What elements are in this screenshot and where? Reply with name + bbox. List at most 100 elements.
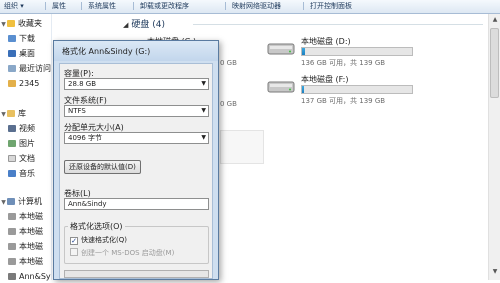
group-header-hard-disks[interactable]: ◢ 硬盘 (4) — [123, 17, 165, 30]
toolbar-open-control-panel[interactable]: 打开控制面板 — [303, 0, 352, 12]
nav-downloads-label: 下载 — [19, 34, 35, 43]
allocation-unit-value: 4096 字节 — [68, 134, 103, 142]
drive-f[interactable]: 本地磁盘 (F:) 137 GB 可用，共 139 GB — [267, 74, 417, 114]
downloads-folder-icon — [8, 35, 16, 42]
filesystem-value: NTFS — [68, 107, 86, 115]
group-divider — [193, 24, 483, 25]
nav-disk-2-label: 本地磁 — [19, 227, 43, 236]
filesystem-select[interactable]: NTFS ▼ — [64, 105, 209, 117]
quick-format-label: 快速格式化(Q) — [81, 236, 127, 244]
music-icon — [8, 170, 16, 177]
toolbar-map-network-drive[interactable]: 映射网络驱动器 — [225, 0, 281, 12]
nav-2345-label: 2345 — [19, 79, 40, 88]
quick-format-checkbox[interactable]: ✓ 快速格式化(Q) — [70, 235, 127, 245]
recent-places-icon — [8, 65, 16, 72]
format-progress-bar — [64, 270, 209, 278]
dialog-title: 格式化 Ann&Sindy (G:) — [62, 47, 151, 56]
usb-drive-icon — [8, 273, 16, 280]
nav-desktop[interactable]: 桌面 — [8, 48, 35, 60]
nav-desktop-label: 桌面 — [19, 49, 35, 58]
drive-f-name: 本地磁盘 (F:) — [301, 75, 349, 84]
drive-d-usage-bar — [301, 47, 413, 56]
chevron-down-icon[interactable]: ▼ — [0, 19, 7, 31]
allocation-unit-select[interactable]: 4096 字节 ▼ — [64, 132, 209, 144]
nav-libraries-label: 库 — [18, 109, 26, 118]
navigation-pane: ▼ 收藏夹 下载 桌面 最近访问 2345 ▼ 库 视频 图片 文档 音乐 ▼ 计算机… — [0, 14, 52, 283]
nav-recent-label: 最近访问 — [19, 64, 51, 73]
nav-music-label: 音乐 — [19, 169, 35, 178]
scroll-down-icon[interactable]: ▼ — [491, 268, 499, 275]
hard-drive-icon — [8, 228, 16, 235]
nav-videos-label: 视频 — [19, 124, 35, 133]
toolbar-uninstall-program[interactable]: 卸载或更改程序 — [133, 0, 189, 12]
nav-disk-3[interactable]: 本地磁 — [8, 241, 43, 253]
nav-pictures[interactable]: 图片 — [8, 138, 35, 150]
drive-d-free-space: 136 GB 可用，共 139 GB — [301, 59, 386, 67]
nav-pictures-label: 图片 — [19, 139, 35, 148]
nav-recent[interactable]: 最近访问 — [8, 63, 51, 75]
nav-videos[interactable]: 视频 — [8, 123, 35, 135]
nav-disk-4-label: 本地磁 — [19, 257, 43, 266]
drive-e-free-partial: 0 GB — [220, 100, 237, 108]
folder-icon — [8, 80, 16, 87]
nav-music[interactable]: 音乐 — [8, 168, 35, 180]
dropdown-arrow-icon[interactable]: ▼ — [201, 79, 206, 89]
star-icon — [7, 20, 15, 27]
nav-ann-sindy[interactable]: Ann&Sy — [8, 271, 51, 283]
pictures-icon — [8, 140, 16, 147]
library-icon — [7, 110, 15, 117]
msdos-startup-label: 创建一个 MS-DOS 启动盘(M) — [81, 249, 175, 257]
dropdown-arrow-icon[interactable]: ▼ — [201, 133, 206, 143]
hard-drive-icon — [8, 213, 16, 220]
chevron-down-icon[interactable]: ▼ — [0, 197, 7, 209]
nav-documents-label: 文档 — [19, 154, 35, 163]
format-options-legend: 格式化选项(O) — [68, 221, 125, 232]
vertical-scrollbar[interactable]: ▲ ▼ — [488, 14, 500, 280]
nav-favorites-label: 收藏夹 — [18, 19, 42, 28]
scrollbar-thumb[interactable] — [490, 28, 499, 98]
videos-icon — [8, 125, 16, 132]
restore-defaults-button[interactable]: 还原设备的默认值(D) — [64, 160, 141, 174]
collapse-triangle-icon[interactable]: ◢ — [123, 21, 128, 29]
documents-icon — [8, 155, 16, 162]
nav-downloads[interactable]: 下载 — [8, 33, 35, 45]
nav-documents[interactable]: 文档 — [8, 153, 35, 165]
capacity-select[interactable]: 28.8 GB ▼ — [64, 78, 209, 90]
computer-icon — [7, 198, 15, 205]
drive-d-usage-fill — [302, 48, 306, 55]
drive-f-usage-bar — [301, 85, 413, 94]
nav-disk-1-label: 本地磁 — [19, 212, 43, 221]
removable-drive-tile[interactable] — [220, 130, 264, 164]
toolbar-organize[interactable]: 组织 ▾ — [4, 0, 24, 12]
msdos-startup-checkbox[interactable]: 创建一个 MS-DOS 启动盘(M) — [70, 248, 174, 258]
hard-drive-icon — [267, 81, 295, 93]
hard-drive-icon — [8, 258, 16, 265]
nav-computer[interactable]: ▼ 计算机 — [0, 196, 42, 208]
nav-disk-1[interactable]: 本地磁 — [8, 211, 43, 223]
capacity-value: 28.8 GB — [68, 80, 97, 88]
scroll-up-icon[interactable]: ▲ — [491, 16, 499, 23]
nav-libraries[interactable]: ▼ 库 — [0, 108, 26, 120]
nav-computer-label: 计算机 — [18, 197, 42, 206]
drive-f-free-space: 137 GB 可用，共 139 GB — [301, 97, 386, 105]
drive-c-free-partial: 0 GB — [220, 59, 237, 67]
explorer-toolbar: 组织 ▾ 属性 系统属性 卸载或更改程序 映射网络驱动器 打开控制面板 — [0, 0, 500, 14]
nav-disk-2[interactable]: 本地磁 — [8, 226, 43, 238]
nav-disk-4[interactable]: 本地磁 — [8, 256, 43, 268]
nav-2345[interactable]: 2345 — [8, 78, 39, 90]
group-header-label: 硬盘 (4) — [131, 20, 166, 30]
drive-f-usage-fill — [302, 86, 305, 93]
nav-favorites[interactable]: ▼ 收藏夹 — [0, 18, 42, 30]
dialog-titlebar[interactable]: 格式化 Ann&Sindy (G:) — [54, 41, 218, 61]
drive-d[interactable]: 本地磁盘 (D:) 136 GB 可用，共 139 GB — [267, 36, 417, 76]
dialog-body: 容量(P): 28.8 GB ▼ 文件系统(F) NTFS ▼ 分配单元大小(A… — [59, 63, 213, 279]
dropdown-arrow-icon[interactable]: ▼ — [201, 106, 206, 116]
desktop-icon — [8, 50, 16, 57]
toolbar-system-properties[interactable]: 系统属性 — [81, 0, 116, 12]
checkbox-empty-icon[interactable] — [70, 248, 78, 256]
volume-label-input[interactable]: Ann&Sindy — [64, 198, 209, 210]
chevron-down-icon[interactable]: ▼ — [0, 109, 7, 121]
hard-drive-icon — [267, 43, 295, 55]
checkmark-icon[interactable]: ✓ — [70, 237, 78, 245]
toolbar-properties[interactable]: 属性 — [45, 0, 66, 12]
